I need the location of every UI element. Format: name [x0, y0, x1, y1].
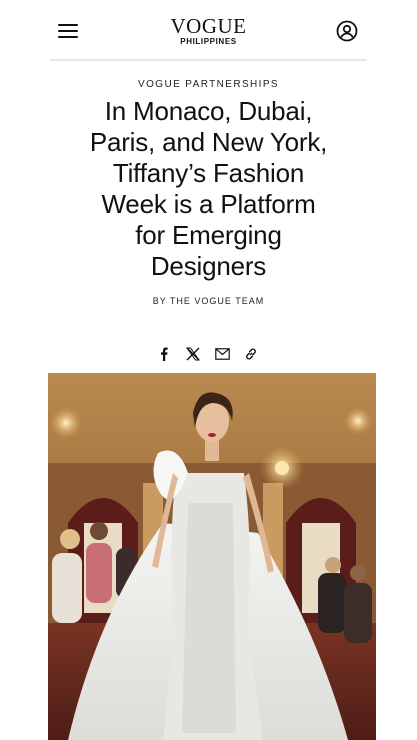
vogue-logo[interactable]: VOGUE PHILIPPINES — [150, 16, 267, 47]
title-line: Tiffany’s Fashion — [112, 158, 305, 188]
title-line: Paris, and New York, — [89, 127, 328, 157]
hamburger-menu-icon[interactable] — [58, 23, 78, 39]
title-line: for Emerging — [135, 220, 282, 250]
header-divider — [50, 59, 367, 61]
article-title: In Monaco, Dubai, Paris, and New York, T… — [60, 96, 357, 282]
user-account-icon[interactable] — [336, 20, 358, 42]
article-byline[interactable]: BY THE VOGUE TEAM — [0, 296, 417, 306]
email-icon[interactable] — [212, 344, 232, 364]
link-icon[interactable] — [241, 344, 261, 364]
title-line: In Monaco, Dubai, — [104, 96, 313, 126]
title-line: Designers — [150, 251, 267, 281]
hero-image — [48, 373, 376, 740]
logo-wordmark: VOGUE — [170, 14, 247, 38]
runway-photo — [48, 373, 376, 740]
article-kicker[interactable]: VOGUE PARTNERSHIPS — [0, 79, 417, 90]
title-line: Week is a Platform — [101, 189, 316, 219]
site-header: VOGUE PHILIPPINES — [0, 0, 417, 60]
share-bar — [150, 344, 270, 364]
x-twitter-icon[interactable] — [183, 344, 203, 364]
logo-edition: PHILIPPINES — [180, 37, 237, 46]
facebook-icon[interactable] — [154, 344, 174, 364]
